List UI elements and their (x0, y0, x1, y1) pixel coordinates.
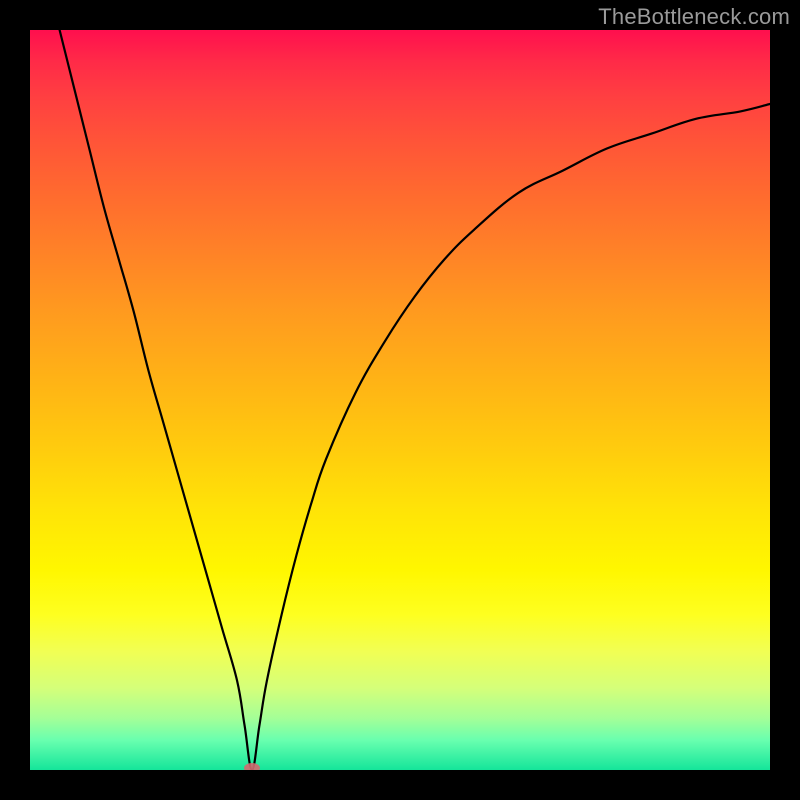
plot-area (30, 30, 770, 770)
chart-stage: TheBottleneck.com (0, 0, 800, 800)
bottleneck-curve (60, 30, 770, 770)
curve-svg (30, 30, 770, 770)
watermark-text: TheBottleneck.com (598, 4, 790, 30)
